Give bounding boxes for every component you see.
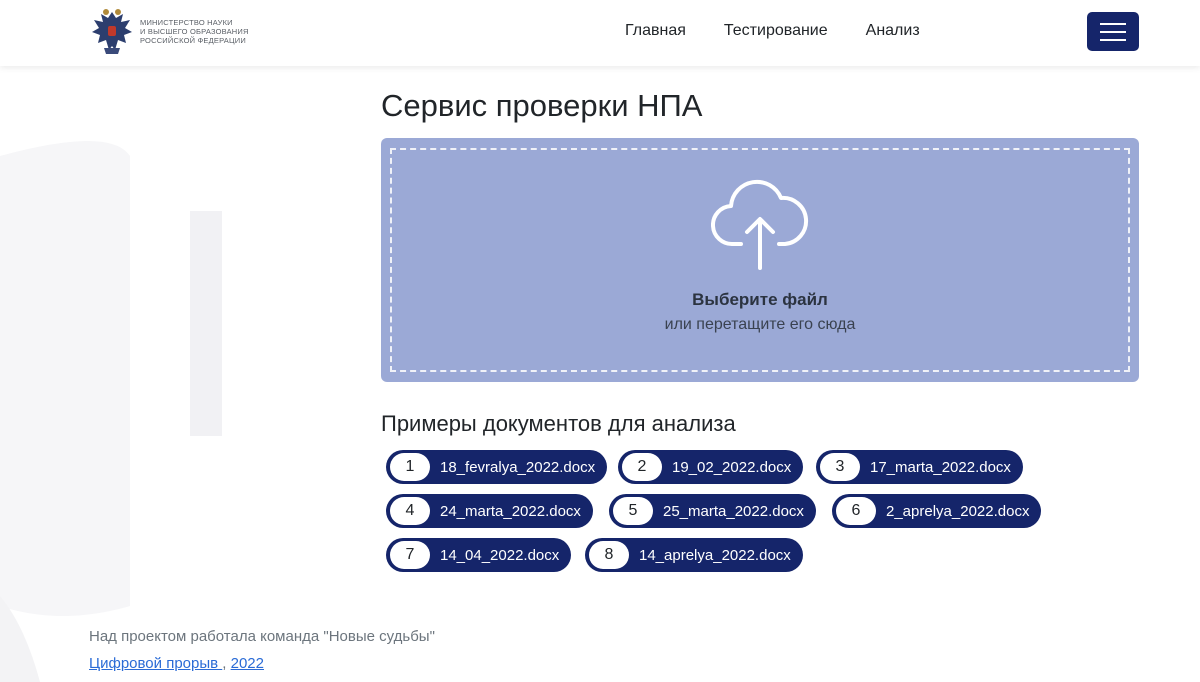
example-document-5[interactable]: 5 25_marta_2022.docx xyxy=(609,494,816,528)
file-dropzone[interactable]: Выберите файл или перетащите его сюда xyxy=(381,138,1139,382)
page-title: Сервис проверки НПА xyxy=(381,88,703,123)
hamburger-icon xyxy=(1100,22,1126,41)
document-number: 3 xyxy=(820,453,860,481)
dropzone-border: Выберите файл или перетащите его сюда xyxy=(390,148,1130,372)
nav-testing[interactable]: Тестирование xyxy=(724,22,828,40)
document-number: 7 xyxy=(390,541,430,569)
document-number: 1 xyxy=(390,453,430,481)
ministry-logo[interactable]: МИНИСТЕРСТВО НАУКИ И ВЫСШЕГО ОБРАЗОВАНИЯ… xyxy=(90,6,260,56)
nav-analysis[interactable]: Анализ xyxy=(866,22,920,40)
document-filename: 14_aprelya_2022.docx xyxy=(639,546,791,564)
document-number: 5 xyxy=(613,497,653,525)
example-document-6[interactable]: 6 2_aprelya_2022.docx xyxy=(832,494,1042,528)
document-filename: 24_marta_2022.docx xyxy=(440,502,581,520)
main-nav: Главная Тестирование Анализ xyxy=(625,22,920,40)
document-number: 4 xyxy=(390,497,430,525)
document-number: 2 xyxy=(622,453,662,481)
examples-title: Примеры документов для анализа xyxy=(381,411,736,436)
cloud-upload-icon xyxy=(711,179,809,270)
link-separator: , xyxy=(222,655,227,672)
logo-line: МИНИСТЕРСТВО НАУКИ xyxy=(140,17,233,27)
document-filename: 17_marta_2022.docx xyxy=(870,458,1011,476)
document-number: 8 xyxy=(589,541,629,569)
background-decoration xyxy=(0,141,222,682)
ministry-name: МИНИСТЕРСТВО НАУКИ И ВЫСШЕГО ОБРАЗОВАНИЯ… xyxy=(140,18,260,45)
example-document-3[interactable]: 3 17_marta_2022.docx xyxy=(816,450,1023,484)
logo-line: РОССИЙСКОЙ ФЕДЕРАЦИИ xyxy=(140,35,246,45)
example-document-4[interactable]: 4 24_marta_2022.docx xyxy=(386,494,593,528)
digital-breakthrough-link[interactable]: Цифровой прорыв xyxy=(89,655,222,672)
dropzone-title[interactable]: Выберите файл xyxy=(692,290,828,310)
eagle-emblem-icon xyxy=(92,9,132,54)
example-document-2[interactable]: 2 19_02_2022.docx xyxy=(618,450,804,484)
team-credits: Над проектом работала команда "Новые суд… xyxy=(89,628,435,645)
example-document-8[interactable]: 8 14_aprelya_2022.docx xyxy=(585,538,803,572)
document-filename: 14_04_2022.docx xyxy=(440,546,560,564)
document-filename: 2_aprelya_2022.docx xyxy=(886,502,1030,520)
document-filename: 19_02_2022.docx xyxy=(672,458,792,476)
logo-line: И ВЫСШЕГО ОБРАЗОВАНИЯ xyxy=(140,26,249,36)
year-link[interactable]: 2022 xyxy=(231,655,264,672)
nav-home[interactable]: Главная xyxy=(625,22,686,40)
site-footer: Над проектом работала команда "Новые суд… xyxy=(89,628,435,672)
menu-toggle-button[interactable] xyxy=(1087,12,1139,51)
document-filename: 25_marta_2022.docx xyxy=(663,502,804,520)
example-document-1[interactable]: 1 18_fevralya_2022.docx xyxy=(386,450,608,484)
dropzone-subtitle: или перетащите его сюда xyxy=(664,316,856,333)
document-number: 6 xyxy=(836,497,876,525)
site-header: МИНИСТЕРСТВО НАУКИ И ВЫСШЕГО ОБРАЗОВАНИЯ… xyxy=(0,0,1200,66)
example-document-7[interactable]: 7 14_04_2022.docx xyxy=(386,538,572,572)
document-filename: 18_fevralya_2022.docx xyxy=(440,458,596,476)
footer-links: Цифровой прорыв , 2022 xyxy=(89,655,435,672)
